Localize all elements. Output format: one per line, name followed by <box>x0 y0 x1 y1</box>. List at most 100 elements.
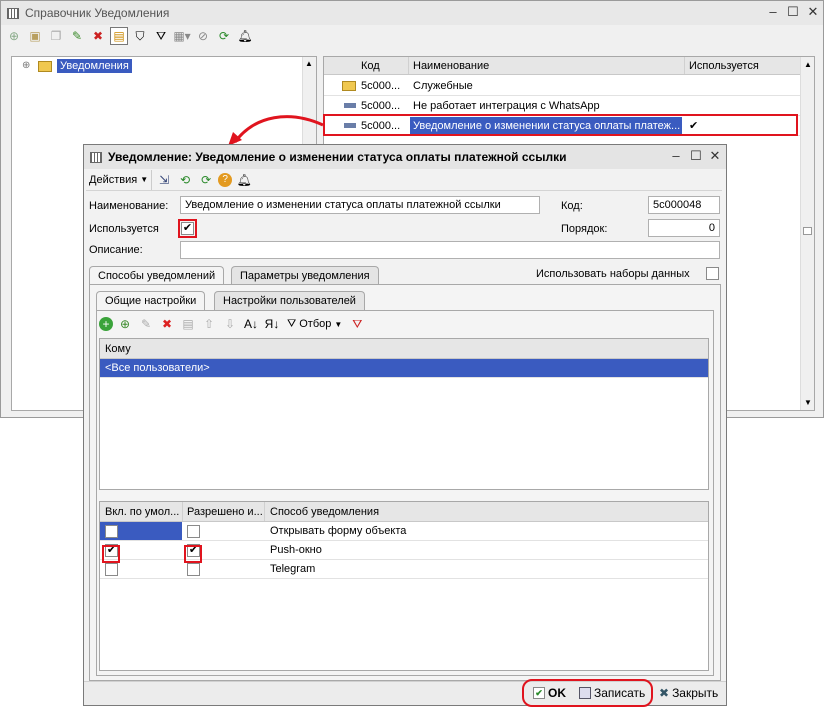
dialog-titlebar: Уведомление: Уведомление о изменении ста… <box>84 145 726 169</box>
column-default-enabled[interactable]: Вкл. по умол... <box>102 503 180 521</box>
code-field[interactable]: 5c000048 <box>648 196 720 214</box>
maximize-icon[interactable]: ☐ <box>687 148 705 164</box>
row-name: Служебные <box>413 80 473 92</box>
recipient-row[interactable]: <Все пользователи> <box>100 359 708 378</box>
folder-icon <box>342 81 356 91</box>
code-label: Код: <box>561 200 583 212</box>
chevron-down-icon: ▼ <box>140 175 149 184</box>
move-down-icon[interactable]: ⇩ <box>221 315 239 333</box>
selected-row-highlight <box>323 114 798 136</box>
methods-header: Вкл. по умол... Разрешено и... Способ ув… <box>100 502 708 522</box>
tab-content: Общие настройки Настройки пользователей … <box>89 284 721 681</box>
filter-icon[interactable]: ⛛ <box>152 27 170 45</box>
actions-menu[interactable]: Действия ▼ <box>86 169 153 190</box>
description-label: Описание: <box>89 244 143 256</box>
tree-icon[interactable]: ⛉ <box>131 27 149 45</box>
allowed-checkbox[interactable] <box>187 563 200 576</box>
column-code[interactable]: Код <box>358 57 408 75</box>
expand-icon[interactable]: ⊕ <box>22 60 30 71</box>
minimize-icon[interactable]: – <box>764 4 782 19</box>
item-icon <box>344 103 356 108</box>
close-icon[interactable]: ✕ <box>804 4 822 20</box>
subtab-content: + ⊕ ✎ ✖ ▤ ⇧ ⇩ A↓ Я↓ ⛛ Отбор ▼ ⛛ Кому <Все … <box>96 310 714 676</box>
name-field[interactable]: Уведомление о изменении статуса оплаты п… <box>180 196 540 214</box>
subtab-user-settings[interactable]: Настройки пользователей <box>214 291 365 310</box>
method-name: Открывать форму объекта <box>270 525 407 537</box>
recipients-header: Кому <box>100 339 708 359</box>
description-field[interactable] <box>180 241 720 259</box>
copy-icon[interactable]: ⊕ <box>116 315 134 333</box>
catalog-icon <box>7 7 19 19</box>
allowed-checkbox[interactable] <box>187 525 200 538</box>
clear-filter-icon[interactable]: ⛛ <box>348 315 366 333</box>
default-checkbox[interactable] <box>105 525 118 538</box>
main-titlebar: Справочник Уведомления <box>1 1 823 25</box>
list-header: Код Наименование Используется <box>324 57 800 75</box>
column-name[interactable]: Наименование <box>410 57 680 75</box>
column-recipient[interactable]: Кому <box>102 340 302 358</box>
list-row[interactable]: 5c000... Служебные <box>324 77 814 96</box>
edit-icon[interactable]: ✎ <box>137 315 155 333</box>
sort-desc-icon[interactable]: Я↓ <box>263 315 281 333</box>
add-folder-icon[interactable]: ▣ <box>26 27 44 45</box>
used-highlight <box>178 219 197 238</box>
actions-label: Действия <box>89 173 138 186</box>
list-scrollbar[interactable]: ▲ ▼ <box>800 57 814 410</box>
chevron-down-icon: ▼ <box>334 319 343 329</box>
recipient-name: <Все пользователи> <box>105 362 210 374</box>
close-icon: ✖ <box>659 686 670 700</box>
dialog-toolbar: Действия ▼ ⇲ ⟲ ⟳ ? 🔔︎ <box>86 169 722 191</box>
copy-icon[interactable]: ❐ <box>47 27 65 45</box>
close-label: Закрыть <box>672 686 719 700</box>
post-icon[interactable]: ⇲ <box>155 171 173 189</box>
row-code: 5c000... <box>361 100 401 112</box>
methods-table: Вкл. по умол... Разрешено и... Способ ув… <box>99 501 709 671</box>
default-push-highlight <box>102 545 120 563</box>
method-name: Telegram <box>270 563 316 575</box>
order-field[interactable]: 0 <box>648 219 720 237</box>
copy-icon[interactable]: ⟳ <box>197 171 215 189</box>
catalog-icon <box>90 151 102 163</box>
edit-icon[interactable]: ✎ <box>68 27 86 45</box>
refresh-icon[interactable]: ⟳ <box>215 27 233 45</box>
folder-icon <box>38 61 52 72</box>
clear-filter-icon[interactable]: ⊘ <box>194 27 212 45</box>
recipients-toolbar: + ⊕ ✎ ✖ ▤ ⇧ ⇩ A↓ Я↓ ⛛ Отбор ▼ ⛛ <box>99 313 709 335</box>
subtab-general[interactable]: Общие настройки <box>96 291 206 310</box>
filter-label: Отбор <box>299 318 332 330</box>
default-checkbox[interactable] <box>105 563 118 576</box>
minimize-icon[interactable]: – <box>667 148 685 163</box>
filter-dropdown-icon[interactable]: ▦▾ <box>173 27 191 45</box>
add-icon[interactable]: ⊕ <box>5 27 23 45</box>
row-name: Не работает интеграция с WhatsApp <box>413 100 600 112</box>
used-label: Используется <box>89 223 159 235</box>
maximize-icon[interactable]: ☐ <box>784 4 802 20</box>
hierarchy-icon[interactable]: ▤ <box>110 27 128 45</box>
delete-icon[interactable]: ✖ <box>158 315 176 333</box>
help-icon[interactable]: ? <box>218 172 233 187</box>
tab-notification-params[interactable]: Параметры уведомления <box>231 266 379 285</box>
bell-icon[interactable]: 🔔︎ <box>236 27 254 45</box>
close-icon[interactable]: ✕ <box>706 148 724 164</box>
column-allowed[interactable]: Разрешено и... <box>184 503 264 521</box>
bell-icon[interactable]: 🔔︎ <box>235 171 253 189</box>
use-datasets-checkbox[interactable] <box>706 267 719 280</box>
move-up-icon[interactable]: ⇧ <box>200 315 218 333</box>
use-datasets-label: Использовать наборы данных <box>536 268 690 280</box>
close-button[interactable]: ✖ Закрыть <box>656 683 721 703</box>
main-toolbar: ⊕ ▣ ❐ ✎ ✖ ▤ ⛉ ⛛ ▦▾ ⊘ ⟳ 🔔︎ <box>5 25 819 47</box>
dialog-title: Уведомление: Уведомление о изменении ста… <box>108 150 567 164</box>
column-used[interactable]: Используется <box>686 57 796 75</box>
filter-menu[interactable]: ⛛ Отбор ▼ <box>284 314 345 334</box>
filter-icon: ⛛ <box>287 317 297 330</box>
tab-notification-methods[interactable]: Способы уведомлений <box>89 266 225 285</box>
method-row[interactable]: Открывать форму объекта <box>100 522 708 541</box>
sort-asc-icon[interactable]: A↓ <box>242 315 260 333</box>
reload-icon[interactable]: ⟲ <box>176 171 194 189</box>
buttons-highlight <box>522 679 653 707</box>
save-icon[interactable]: ▤ <box>179 315 197 333</box>
column-method[interactable]: Способ уведомления <box>267 503 567 521</box>
add-icon[interactable]: + <box>99 317 113 331</box>
delete-icon[interactable]: ✖ <box>89 27 107 45</box>
tree-root-item[interactable]: Уведомления <box>57 59 132 73</box>
